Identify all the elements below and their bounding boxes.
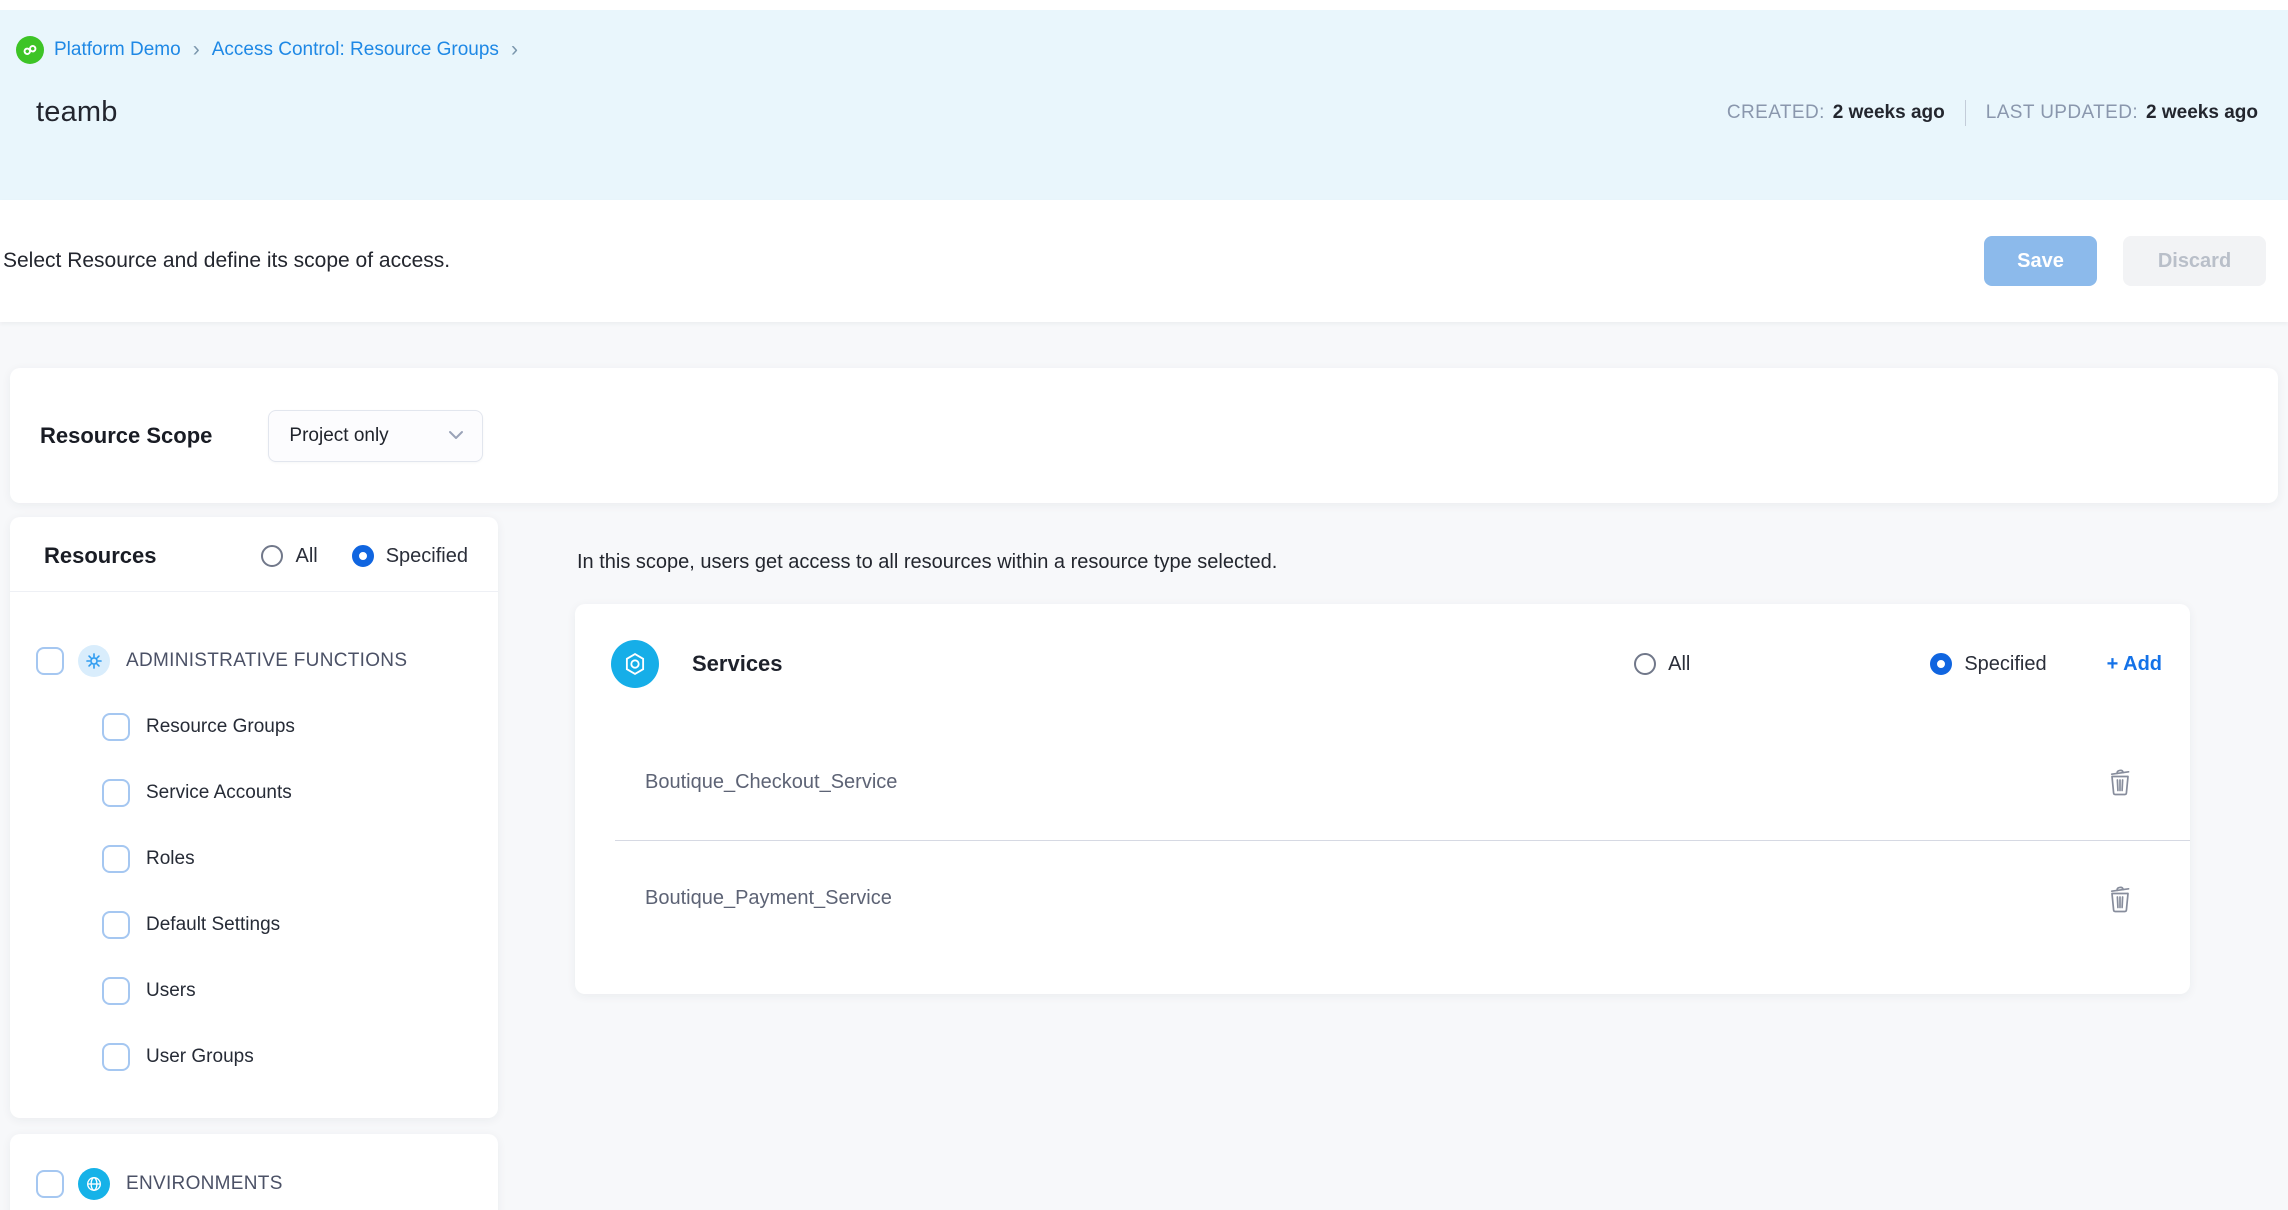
radio-unchecked-icon[interactable] xyxy=(1634,653,1656,675)
chevron-down-icon xyxy=(448,427,464,445)
action-bar: Select Resource and define its scope of … xyxy=(0,200,2288,322)
services-radio-all[interactable]: All xyxy=(1634,653,1690,676)
resources-radio-all-label: All xyxy=(295,545,317,568)
service-row: Boutique_Checkout_Service xyxy=(615,724,2190,840)
resources-header: Resources All Specified xyxy=(10,517,498,592)
breadcrumb: Platform Demo › Access Control: Resource… xyxy=(16,36,2264,64)
resources-card: Resources All Specified xyxy=(10,517,498,1118)
resources-sidebar: Resources All Specified xyxy=(10,517,498,1210)
trash-icon[interactable] xyxy=(2107,884,2133,914)
resource-group-row-admin-functions[interactable]: ADMINISTRATIVE FUNCTIONS xyxy=(36,628,478,694)
resource-child-row[interactable]: Users xyxy=(102,958,478,1024)
trash-icon[interactable] xyxy=(2107,767,2133,797)
service-row: Boutique_Payment_Service xyxy=(615,840,2190,956)
discard-button[interactable]: Discard xyxy=(2123,236,2266,286)
resource-group-label: ADMINISTRATIVE FUNCTIONS xyxy=(126,650,407,672)
resource-child-label: Resource Groups xyxy=(146,716,295,738)
service-list: Boutique_Checkout_Service Boutique_Payme… xyxy=(615,724,2190,966)
resource-child-row[interactable]: Service Accounts xyxy=(102,760,478,826)
admin-functions-children: Resource Groups Service Accounts Roles xyxy=(36,694,478,1090)
last-updated-label: LAST UPDATED: xyxy=(1986,102,2138,124)
resources-title: Resources xyxy=(44,543,157,569)
resource-child-label: Default Settings xyxy=(146,914,280,936)
checkbox[interactable] xyxy=(36,647,64,675)
services-card-header: Services All Specified + Add xyxy=(575,604,2190,724)
title-row: teamb CREATED: 2 weeks ago LAST UPDATED:… xyxy=(16,96,2264,129)
service-name: Boutique_Checkout_Service xyxy=(645,771,897,794)
resource-child-row[interactable]: Roles xyxy=(102,826,478,892)
scope-description: In this scope, users get access to all r… xyxy=(577,551,2190,574)
breadcrumb-link-platform-demo[interactable]: Platform Demo xyxy=(54,39,181,61)
admin-functions-icon xyxy=(78,645,110,677)
resources-radio-specified[interactable]: Specified xyxy=(352,545,468,568)
page: Platform Demo › Access Control: Resource… xyxy=(0,0,2288,1210)
radio-unchecked-icon[interactable] xyxy=(261,545,283,567)
meta-divider xyxy=(1965,100,1966,126)
radio-checked-icon[interactable] xyxy=(352,545,374,567)
checkbox[interactable] xyxy=(36,1170,64,1198)
resource-group-label: ENVIRONMENTS xyxy=(126,1173,283,1195)
resource-child-label: Users xyxy=(146,980,196,1002)
checkbox[interactable] xyxy=(102,977,130,1005)
resource-scope-card: Resource Scope Project only xyxy=(10,368,2278,503)
resource-scope-label: Resource Scope xyxy=(40,423,212,449)
resource-scope-dropdown[interactable]: Project only xyxy=(268,410,483,462)
add-service-button[interactable]: + Add xyxy=(2107,653,2162,676)
checkbox[interactable] xyxy=(102,713,130,741)
resource-child-row[interactable]: Resource Groups xyxy=(102,694,478,760)
resource-type-list: ADMINISTRATIVE FUNCTIONS Resource Groups xyxy=(10,592,498,1118)
checkbox[interactable] xyxy=(102,779,130,807)
checkbox[interactable] xyxy=(102,845,130,873)
services-radio-specified[interactable]: Specified xyxy=(1930,653,2046,676)
services-radio-all-label: All xyxy=(1668,653,1690,676)
resource-child-label: Roles xyxy=(146,848,195,870)
breadcrumb-separator: › xyxy=(191,38,202,62)
service-name: Boutique_Payment_Service xyxy=(645,887,892,910)
checkbox[interactable] xyxy=(102,911,130,939)
resource-group-row-environments[interactable]: ENVIRONMENTS xyxy=(36,1162,478,1206)
created-label: CREATED: xyxy=(1727,102,1825,124)
services-icon xyxy=(611,640,659,688)
main-content: Resources All Specified xyxy=(10,517,2190,1210)
environments-icon xyxy=(78,1168,110,1200)
resources-scope-radio-group: All Specified xyxy=(261,545,468,568)
resource-scope-selected-value: Project only xyxy=(289,425,388,447)
window-top-strip xyxy=(0,0,2288,10)
platform-logo-icon xyxy=(16,36,44,64)
resource-child-label: Service Accounts xyxy=(146,782,292,804)
environments-card: ENVIRONMENTS xyxy=(10,1134,498,1210)
services-card: Services All Specified + Add xyxy=(575,604,2190,994)
last-updated-value: 2 weeks ago xyxy=(2146,102,2258,124)
resources-radio-all[interactable]: All xyxy=(261,545,317,568)
services-card-bottom-padding xyxy=(575,966,2190,994)
action-bar-description: Select Resource and define its scope of … xyxy=(3,249,450,273)
services-title: Services xyxy=(692,651,783,677)
resources-radio-specified-label: Specified xyxy=(386,545,468,568)
created-value: 2 weeks ago xyxy=(1833,102,1945,124)
checkbox[interactable] xyxy=(102,1043,130,1071)
services-scope-controls: All Specified + Add xyxy=(1634,653,2162,676)
save-button[interactable]: Save xyxy=(1984,236,2097,286)
record-meta: CREATED: 2 weeks ago LAST UPDATED: 2 wee… xyxy=(1727,100,2258,126)
scope-detail-panel: In this scope, users get access to all r… xyxy=(575,517,2190,994)
breadcrumb-link-resource-groups[interactable]: Access Control: Resource Groups xyxy=(212,39,499,61)
page-title: teamb xyxy=(36,96,118,129)
resource-child-row[interactable]: Default Settings xyxy=(102,892,478,958)
resource-child-label: User Groups xyxy=(146,1046,254,1068)
page-header: Platform Demo › Access Control: Resource… xyxy=(0,10,2288,200)
breadcrumb-separator: › xyxy=(509,38,520,62)
radio-checked-icon[interactable] xyxy=(1930,653,1952,675)
resource-child-row[interactable]: User Groups xyxy=(102,1024,478,1090)
services-radio-specified-label: Specified xyxy=(1964,653,2046,676)
